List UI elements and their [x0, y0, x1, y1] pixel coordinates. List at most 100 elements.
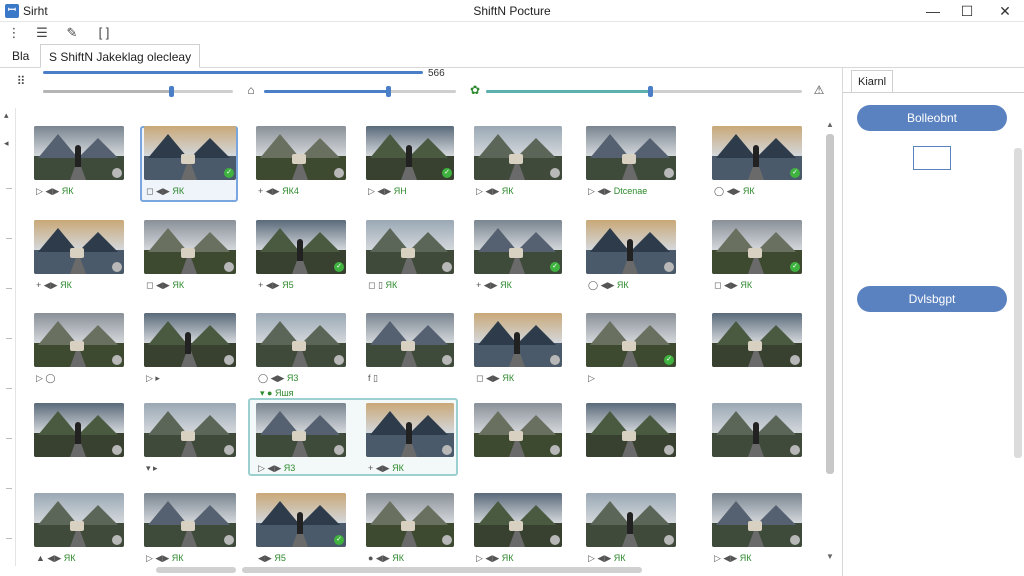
minimize-button[interactable]: —: [918, 1, 948, 21]
chevron-left-icon[interactable]: ◂: [4, 138, 9, 149]
photo-thumbnail[interactable]: [474, 493, 562, 547]
photo-cell[interactable]: + ◀▶ ЯК: [366, 403, 454, 483]
photo-cell[interactable]: ✓ ◻ ◀▶ ЯК: [144, 126, 236, 206]
tab-bla[interactable]: Bla: [4, 44, 37, 68]
close-button[interactable]: ✕: [990, 1, 1020, 21]
slider-2-thumb[interactable]: [386, 86, 391, 97]
photo-cell[interactable]: ◻ ◀▶ ЯК: [144, 220, 236, 300]
photo-cell[interactable]: ▷ ◀▶ Я3: [256, 403, 346, 483]
photo-meta-icons[interactable]: + ◀▶: [476, 280, 498, 290]
photo-meta-icons[interactable]: ◯ ◀▶: [714, 186, 740, 196]
photo-meta-icons[interactable]: ● ◀▶: [368, 553, 390, 563]
photo-cell[interactable]: ▾ ▸: [144, 403, 236, 483]
photo-meta-icons[interactable]: ▷ ◀▶: [476, 553, 499, 563]
scroll-up-icon[interactable]: ▲: [824, 120, 836, 129]
photo-cell[interactable]: ✓ + ◀▶ Я5: [256, 220, 346, 300]
photo-cell[interactable]: ▷ ▸: [144, 313, 236, 393]
photo-meta-icons[interactable]: + ◀▶: [36, 280, 58, 290]
photo-thumbnail[interactable]: ✓: [586, 313, 676, 367]
photo-thumbnail[interactable]: [366, 493, 454, 547]
photo-thumbnail[interactable]: [34, 220, 124, 274]
photo-cell[interactable]: [474, 403, 562, 483]
photo-thumbnail[interactable]: [366, 403, 454, 457]
photo-meta-icons[interactable]: ◻ ▯: [368, 280, 383, 290]
photo-meta-icons[interactable]: f ▯: [368, 373, 378, 383]
photo-thumbnail[interactable]: [34, 403, 124, 457]
photo-thumbnail[interactable]: [586, 126, 676, 180]
photo-meta-icons[interactable]: ▷: [588, 373, 595, 383]
photo-meta-icons[interactable]: ▷ ◀▶: [258, 463, 281, 473]
photo-meta-icons[interactable]: + ◀▶: [368, 463, 390, 473]
photo-meta-icons[interactable]: ◻ ◀▶: [714, 280, 738, 290]
vertical-scroll-thumb[interactable]: [826, 134, 834, 474]
maximize-button[interactable]: ☐: [952, 1, 982, 21]
photo-cell[interactable]: ▷ ◀▶ ЯК: [474, 126, 562, 206]
photo-cell[interactable]: [712, 403, 802, 483]
photo-thumbnail[interactable]: [34, 493, 124, 547]
photo-thumbnail[interactable]: [474, 403, 562, 457]
photo-meta-icons[interactable]: ▲ ◀▶: [36, 553, 61, 563]
photo-cell[interactable]: + ◀▶ ЯК4: [256, 126, 346, 206]
chevron-up-icon[interactable]: ▴: [4, 110, 9, 121]
align-icon[interactable]: ☰: [34, 25, 50, 41]
photo-meta-icons[interactable]: ◻ ◀▶: [476, 373, 500, 383]
photo-cell[interactable]: ◯ ◀▶ Я3: [256, 313, 346, 393]
photo-meta-icons[interactable]: ▷ ◀▶: [714, 553, 737, 563]
photo-meta-icons[interactable]: ◻ ◀▶: [146, 186, 170, 196]
photo-cell[interactable]: ✓ ◀▶ Я5: [256, 493, 346, 573]
photo-thumbnail[interactable]: ✓: [256, 220, 346, 274]
photo-thumbnail[interactable]: ✓: [474, 220, 562, 274]
primary-action-button[interactable]: Bolleobnt: [857, 105, 1007, 131]
photo-meta-icons[interactable]: + ◀▶: [258, 186, 280, 196]
horizontal-scroll-thumb-2[interactable]: [242, 567, 642, 573]
tab-shiftn[interactable]: S ShiftN Jakeklag olecleay: [40, 44, 201, 68]
photo-thumbnail[interactable]: [474, 313, 562, 367]
photo-cell[interactable]: ▷ ◀▶ ЯК: [34, 126, 124, 206]
photo-thumbnail[interactable]: ✓: [712, 220, 802, 274]
photo-cell[interactable]: ▷ ◀▶ Dtcenae: [586, 126, 676, 206]
photo-cell[interactable]: ▷ ◀▶ ЯК: [144, 493, 236, 573]
secondary-action-button[interactable]: Dvlsbgpt: [857, 286, 1007, 312]
right-panel-tab[interactable]: Kiarnl: [851, 70, 894, 92]
photo-thumbnail[interactable]: [366, 220, 454, 274]
right-panel-scrollbar[interactable]: [1014, 148, 1022, 458]
photo-cell[interactable]: ✓ ▷ ◀▶ ЯН: [366, 126, 454, 206]
photo-cell[interactable]: ✓ ▷: [586, 313, 676, 393]
photo-thumbnail[interactable]: [256, 126, 346, 180]
photo-cell[interactable]: ◻ ◀▶ ЯК: [474, 313, 562, 393]
photo-meta-icons[interactable]: ▷ ◀▶: [36, 186, 59, 196]
photo-cell[interactable]: ✓ + ◀▶ ЯК: [474, 220, 562, 300]
photo-thumbnail[interactable]: [144, 403, 236, 457]
photo-cell[interactable]: ▷ ◀▶ ЯК: [586, 493, 676, 573]
photo-thumbnail[interactable]: [34, 313, 124, 367]
photo-thumbnail[interactable]: ✓: [144, 126, 236, 180]
photo-meta-icons[interactable]: ▷ ◀▶: [368, 186, 391, 196]
horizontal-scrollbar[interactable]: [20, 566, 820, 574]
preview-box[interactable]: [913, 146, 951, 170]
photo-thumbnail[interactable]: ✓: [712, 126, 802, 180]
photo-meta-icons[interactable]: ▷ ◀▶: [588, 553, 611, 563]
slider-1-thumb[interactable]: [169, 86, 174, 97]
photo-cell[interactable]: f ▯: [366, 313, 454, 393]
photo-thumbnail[interactable]: [586, 403, 676, 457]
photo-thumbnail[interactable]: [256, 403, 346, 457]
list-tree-icon[interactable]: ⋮: [6, 25, 22, 41]
photo-cell[interactable]: ● ◀▶ ЯК: [366, 493, 454, 573]
horizontal-scroll-thumb-1[interactable]: [156, 567, 236, 573]
photo-cell[interactable]: ◯ ◀▶ ЯК: [586, 220, 676, 300]
photo-thumbnail[interactable]: [712, 313, 802, 367]
photo-cell[interactable]: [34, 403, 124, 483]
photo-cell[interactable]: ▷ ◯: [34, 313, 124, 393]
photo-cell[interactable]: ▲ ◀▶ ЯК: [34, 493, 124, 573]
eyedropper-icon[interactable]: ✎: [64, 25, 80, 41]
photo-meta-icons[interactable]: ▷ ◯: [36, 373, 56, 383]
photo-thumbnail[interactable]: [34, 126, 124, 180]
photo-thumbnail[interactable]: [474, 126, 562, 180]
photo-cell[interactable]: [712, 313, 802, 393]
photo-thumbnail[interactable]: [366, 313, 454, 367]
photo-meta-icons[interactable]: ◀▶: [258, 553, 272, 563]
photo-cell[interactable]: ▷ ◀▶ ЯК: [474, 493, 562, 573]
photo-thumbnail[interactable]: [712, 493, 802, 547]
grid-dots-icon[interactable]: ⠿: [14, 74, 28, 88]
photo-cell[interactable]: + ◀▶ ЯК: [34, 220, 124, 300]
